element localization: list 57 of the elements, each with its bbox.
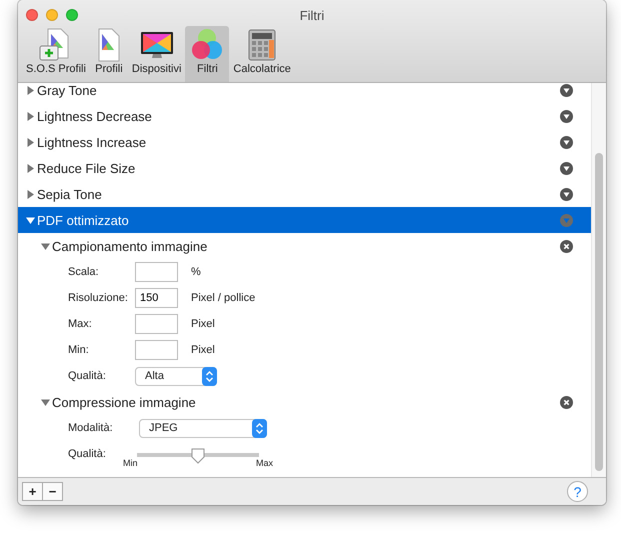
slider-max-label: Max xyxy=(256,458,273,468)
disclosure-closed-icon[interactable] xyxy=(26,86,35,94)
section-row[interactable]: Campionamento immagine xyxy=(18,233,591,259)
add-button[interactable]: + xyxy=(22,482,43,501)
remove-button[interactable]: − xyxy=(42,482,63,501)
field-label: Qualità: xyxy=(68,370,107,382)
filter-row[interactable]: Sepia Tone xyxy=(18,181,591,207)
window-title: Filtri xyxy=(298,8,326,22)
remove-circle-icon[interactable] xyxy=(560,396,573,408)
toolbar-tab[interactable]: Profili xyxy=(90,26,128,82)
dropdown-circle-icon[interactable] xyxy=(560,136,573,148)
dropdown-circle-icon[interactable] xyxy=(560,84,573,96)
help-button[interactable]: ? xyxy=(567,481,588,502)
field-label: Qualità: xyxy=(68,448,107,460)
dropdown-circle-icon[interactable] xyxy=(560,162,573,174)
slider-thumb[interactable] xyxy=(191,448,205,464)
section-row[interactable]: Compressione immagine xyxy=(18,389,591,415)
field-label: Max: xyxy=(68,318,93,330)
unit-label: Pixel / pollice xyxy=(191,292,256,304)
field-label: Scala: xyxy=(68,266,100,278)
field-label: Risoluzione: xyxy=(68,292,129,304)
toolbar-tab[interactable]: Filtri xyxy=(185,26,230,82)
number-field[interactable] xyxy=(135,262,178,282)
disclosure-closed-icon[interactable] xyxy=(26,164,35,172)
toolbar-tab[interactable]: S.O.S Profili xyxy=(22,26,90,82)
filter-row[interactable]: Gray Tone xyxy=(18,83,591,103)
field-label: Modalità: xyxy=(68,422,114,434)
number-field[interactable] xyxy=(135,314,178,334)
disclosure-open-icon[interactable] xyxy=(41,242,50,250)
toolbar-tab[interactable]: Calcolatrice xyxy=(229,26,295,82)
remove-circle-icon[interactable] xyxy=(560,240,573,252)
zoom-button[interactable] xyxy=(66,9,78,21)
filter-row[interactable]: Lightness Increase xyxy=(18,129,591,155)
slider-min-label: Min xyxy=(123,458,138,468)
filter-row[interactable]: Reduce File Size xyxy=(18,155,591,181)
disclosure-open-icon[interactable] xyxy=(26,216,35,224)
stepper-arrows-icon xyxy=(252,418,267,438)
dropdown-circle-icon[interactable] xyxy=(560,188,573,200)
number-field[interactable] xyxy=(135,340,178,360)
disclosure-closed-icon[interactable] xyxy=(26,138,35,146)
popup-select[interactable]: Alta xyxy=(135,366,217,386)
disclosure-closed-icon[interactable] xyxy=(26,190,35,198)
number-field[interactable]: 150 xyxy=(135,288,178,308)
stepper-arrows-icon xyxy=(202,366,217,386)
unit-label: % xyxy=(191,266,201,278)
field-label: Min: xyxy=(68,344,90,356)
filter-row[interactable]: PDF ottimizzato xyxy=(18,207,591,233)
filter-row[interactable]: Lightness Decrease xyxy=(18,103,591,129)
close-button[interactable] xyxy=(26,9,38,21)
dropdown-circle-icon[interactable] xyxy=(560,110,573,122)
popup-select[interactable]: JPEG xyxy=(139,418,267,438)
scrollbar-thumb[interactable] xyxy=(595,153,603,471)
disclosure-open-icon[interactable] xyxy=(41,398,50,406)
disclosure-closed-icon[interactable] xyxy=(26,112,35,120)
unit-label: Pixel xyxy=(191,318,215,330)
toolbar-tab[interactable]: Dispositivi xyxy=(128,26,186,82)
unit-label: Pixel xyxy=(191,344,215,356)
